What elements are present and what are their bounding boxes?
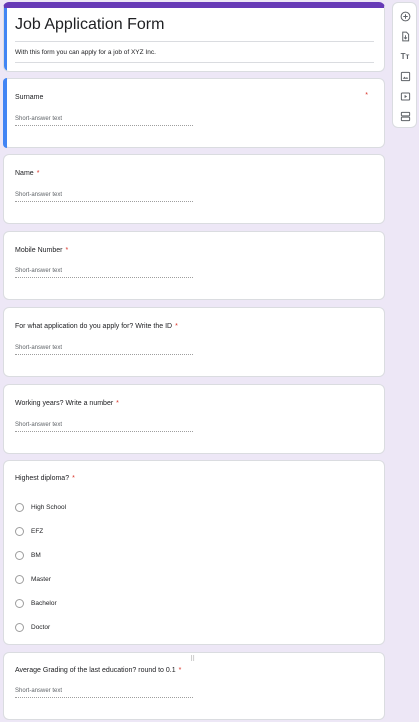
add-video-icon[interactable] — [398, 89, 412, 103]
drag-handle-icon[interactable]: ⠿ — [190, 655, 195, 663]
radio-option-bm[interactable]: BM — [15, 543, 66, 567]
option-label: EFZ — [31, 527, 44, 535]
short-answer-field: Short-answer text — [15, 116, 193, 126]
required-asterisk: * — [36, 170, 40, 177]
question-title[interactable]: Mobile Number * — [15, 247, 68, 254]
question-title[interactable]: Working years? Write a number * — [15, 400, 119, 407]
radio-button[interactable] — [15, 502, 24, 512]
import-questions-icon[interactable] — [398, 29, 412, 43]
question-title[interactable]: Average Grading of the last education? r… — [15, 667, 181, 674]
question-title[interactable]: Name * — [15, 170, 39, 177]
option-label: Doctor — [31, 623, 51, 631]
radio-option-master[interactable]: Master — [15, 567, 66, 591]
form-header-card[interactable]: Job Application Form With this form you … — [3, 2, 385, 72]
question-title[interactable]: Surname — [15, 94, 43, 101]
radio-option-bachelor[interactable]: Bachelor — [15, 591, 66, 615]
add-question-icon[interactable] — [398, 9, 412, 23]
option-label: Master — [31, 575, 51, 583]
radio-button[interactable] — [15, 598, 24, 608]
radio-button[interactable] — [15, 574, 24, 584]
question-card-highest-diploma[interactable]: Highest diploma? * High School EFZ BM Mas… — [3, 460, 385, 645]
required-asterisk: * — [178, 667, 182, 674]
question-card-name[interactable]: Name * Short-answer text — [3, 154, 385, 224]
form-description[interactable]: With this form you can apply for a job o… — [15, 49, 156, 56]
radio-button[interactable] — [15, 550, 24, 560]
title-underline — [15, 41, 374, 42]
active-indicator — [4, 8, 7, 71]
question-card-application-id[interactable]: For what application do you apply for? W… — [3, 307, 385, 377]
short-answer-field: Short-answer text — [15, 192, 193, 202]
description-underline — [15, 62, 374, 63]
add-section-icon[interactable] — [398, 109, 412, 123]
active-indicator — [3, 78, 7, 148]
radio-option-high-school[interactable]: High School — [15, 495, 66, 519]
question-title[interactable]: Highest diploma? * — [15, 475, 75, 482]
required-asterisk: * — [365, 92, 368, 99]
short-answer-field: Short-answer text — [15, 422, 193, 432]
floating-toolbar: Tт — [392, 2, 417, 128]
radio-option-efz[interactable]: EFZ — [15, 519, 66, 543]
question-card-average-grading[interactable]: ⠿ Average Grading of the last education?… — [3, 652, 385, 720]
required-asterisk: * — [175, 323, 178, 330]
option-label: Bachelor — [31, 599, 57, 607]
radio-button[interactable] — [15, 622, 24, 632]
add-image-icon[interactable] — [398, 69, 412, 83]
question-card-working-years[interactable]: Working years? Write a number * Short-ans… — [3, 384, 385, 454]
form-title[interactable]: Job Application Form — [15, 16, 164, 34]
radio-option-doctor[interactable]: Doctor — [15, 615, 66, 639]
short-answer-field: Short-answer text — [15, 345, 193, 355]
option-label: High School — [31, 503, 67, 511]
add-title-icon[interactable]: Tт — [398, 49, 412, 63]
radio-options: High School EFZ BM Master Bachelor Docto… — [15, 495, 66, 639]
required-asterisk: * — [116, 400, 119, 407]
question-card-surname[interactable]: Surname * Short-answer text — [3, 78, 385, 148]
short-answer-field: Short-answer text — [15, 688, 193, 698]
required-asterisk: * — [65, 247, 69, 254]
required-asterisk: * — [72, 475, 75, 482]
question-card-mobile-number[interactable]: Mobile Number * Short-answer text — [3, 231, 385, 300]
question-title[interactable]: For what application do you apply for? W… — [15, 323, 178, 330]
radio-button[interactable] — [15, 526, 24, 536]
option-label: BM — [31, 551, 41, 559]
short-answer-field: Short-answer text — [15, 268, 193, 278]
